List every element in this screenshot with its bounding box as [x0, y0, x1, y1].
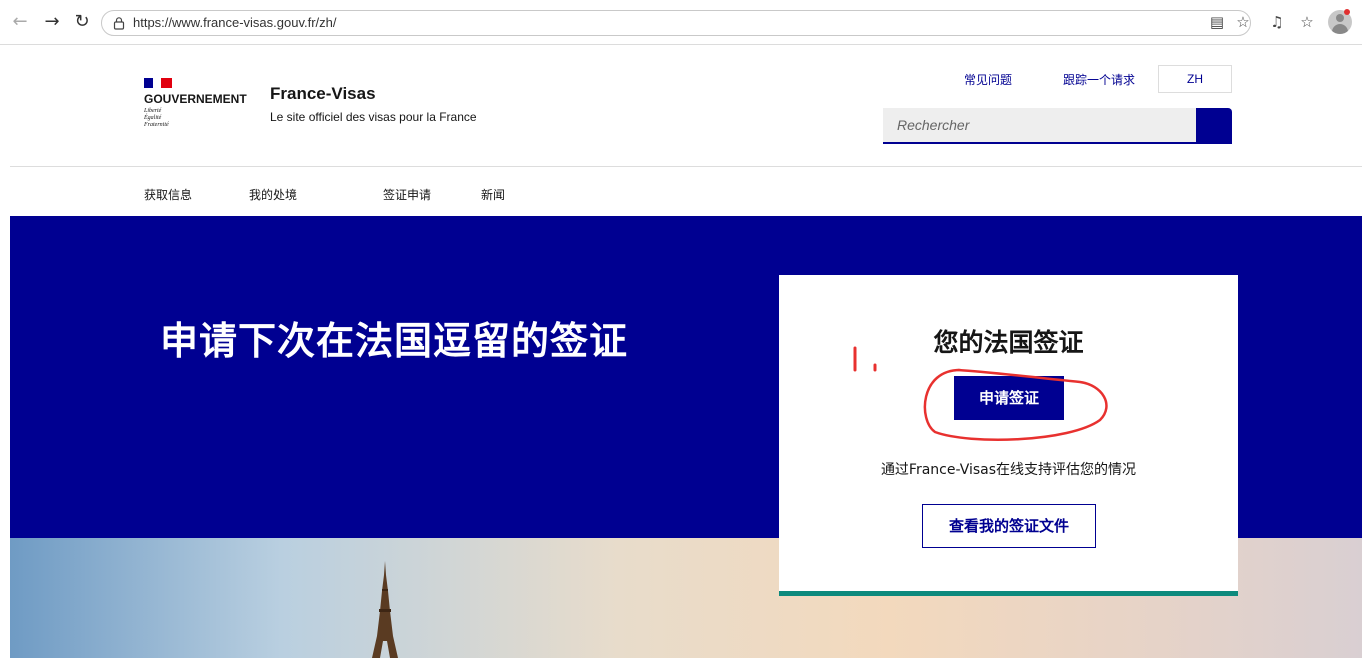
eiffel-tower-image — [372, 561, 398, 658]
nav-my-situation[interactable]: 我的处境 — [249, 186, 297, 203]
search-box — [883, 108, 1232, 144]
reader-mode-icon[interactable]: ▤ — [1206, 11, 1228, 33]
gov-name[interactable]: GOUVERNEMENT — [144, 92, 247, 106]
motto-egalite: Égalité — [144, 115, 162, 121]
star-icon[interactable]: ☆ — [1232, 11, 1254, 33]
reload-icon[interactable]: ↻ — [70, 10, 94, 34]
motto-liberte: Liberté — [144, 108, 162, 114]
nav-news[interactable]: 新闻 — [481, 186, 505, 203]
search-button[interactable] — [1196, 108, 1232, 144]
back-arrow-icon[interactable]: ← — [8, 10, 32, 34]
gov-motto: Liberté Égalité Fraternité — [144, 108, 169, 129]
site-title[interactable]: France-Visas — [270, 84, 376, 104]
motto-fraternite: Fraternité — [144, 122, 169, 128]
site-tagline: Le site officiel des visas pour la Franc… — [270, 110, 477, 124]
visa-card: 您的法国签证 申请签证 通过France-Visas在线支持评估您的情况 查看我… — [779, 275, 1238, 596]
address-bar[interactable]: https://www.france-visas.gouv.fr/zh/ — [101, 10, 1251, 36]
language-selector[interactable]: ZH — [1158, 65, 1232, 93]
browser-toolbar: ← → ↻ https://www.france-visas.gouv.fr/z… — [0, 0, 1362, 45]
music-note-icon[interactable]: ♫ — [1266, 11, 1288, 33]
notification-dot — [1344, 9, 1350, 15]
hero-title: 申请下次在法国逗留的签证 — [160, 319, 629, 363]
card-description: 通过France-Visas在线支持评估您的情况 — [880, 462, 1137, 478]
favorites-list-icon[interactable]: ☆ — [1296, 11, 1318, 33]
apply-visa-button[interactable]: 申请签证 — [954, 376, 1064, 420]
track-request-link[interactable]: 跟踪一个请求 — [1063, 71, 1135, 88]
view-visa-files-button[interactable]: 查看我的签证文件 — [922, 504, 1096, 548]
french-flag-logo[interactable] — [144, 78, 172, 88]
search-input[interactable] — [883, 108, 1196, 144]
url-text[interactable]: https://www.france-visas.gouv.fr/zh/ — [133, 14, 337, 32]
header-divider — [10, 166, 1362, 167]
nav-visa-application[interactable]: 签证申请 — [383, 186, 431, 203]
forward-arrow-icon[interactable]: → — [40, 10, 64, 34]
card-title: 您的法国签证 — [933, 328, 1084, 357]
lock-icon[interactable] — [112, 16, 126, 30]
faq-link[interactable]: 常见问题 — [964, 71, 1012, 88]
nav-get-info[interactable]: 获取信息 — [144, 186, 192, 203]
